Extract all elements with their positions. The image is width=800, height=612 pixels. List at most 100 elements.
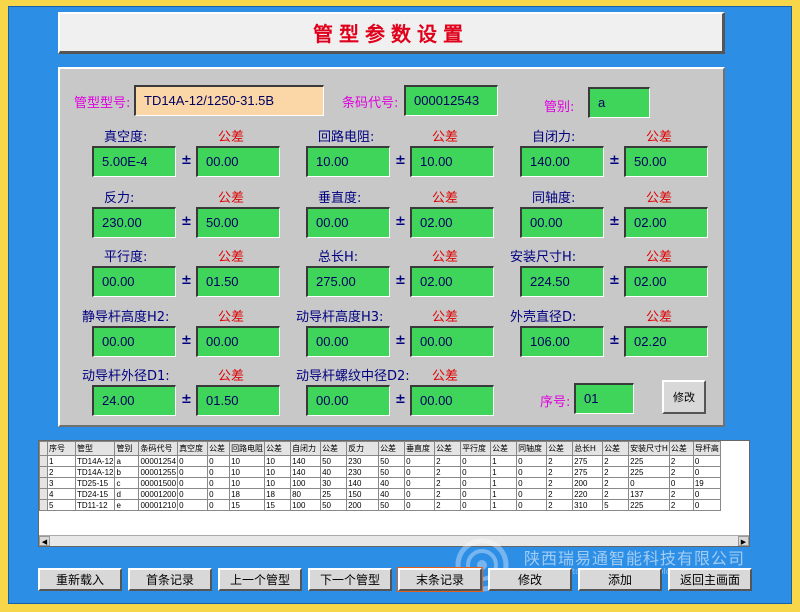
column-header[interactable]: 公差 [264,441,292,456]
table-cell[interactable]: 2 [434,488,462,500]
table-cell[interactable]: 18 [264,488,292,500]
table-cell[interactable]: 10 [229,455,266,467]
table-cell[interactable]: 0 [177,466,209,478]
table-cell[interactable]: 00001210 [138,499,179,511]
table-cell[interactable]: 140 [346,477,380,489]
column-header[interactable]: 公差 [490,441,518,456]
table-cell[interactable]: 200 [572,477,604,489]
table-cell[interactable]: 0 [516,455,548,467]
table-cell[interactable]: 0 [177,488,209,500]
column-header[interactable]: 垂直度 [404,441,436,456]
table-cell[interactable]: 140 [290,466,322,478]
tolerance-field[interactable]: 00.00 [196,146,280,177]
table-cell[interactable]: 0 [628,477,670,489]
table-cell[interactable]: 10 [264,455,292,467]
modify-button[interactable]: 修改 [488,568,572,591]
tolerance-field[interactable]: 01.50 [196,385,280,416]
table-cell[interactable]: 137 [628,488,670,500]
column-header[interactable]: 安装尺寸H [628,441,670,456]
table-cell[interactable]: 0 [460,477,492,489]
table-cell[interactable]: 225 [628,466,670,478]
table-cell[interactable]: 2 [602,488,630,500]
table-cell[interactable]: 10 [229,466,266,478]
scroll-right-icon[interactable]: ▶ [738,536,749,546]
table-cell[interactable]: 140 [290,455,322,467]
table-cell[interactable]: 50 [378,466,406,478]
table-cell[interactable]: 2 [546,499,574,511]
table-cell[interactable]: 40 [378,477,406,489]
table-cell[interactable]: 15 [264,499,292,511]
table-cell[interactable]: 0 [207,477,231,489]
column-header[interactable]: 导杆高 [692,441,721,456]
table-cell[interactable]: 2 [668,466,694,478]
table-cell[interactable]: TD24-15 [74,488,116,500]
table-row[interactable]: 4 TD24-15 d 00001200 0 0 18 18 80 25 150 40 0 2 0 1 0 2 22… [39,488,721,500]
column-header[interactable]: 管别 [114,441,140,456]
table-cell[interactable]: c [114,477,140,489]
param-value-field[interactable]: 224.50 [520,266,604,297]
table-cell[interactable]: 0 [177,477,209,489]
param-value-field[interactable]: 00.00 [92,326,176,357]
table-cell[interactable]: 5 [47,499,76,511]
table-cell[interactable]: 2 [434,466,462,478]
table-cell[interactable]: 3 [47,477,76,489]
param-value-field[interactable]: 230.00 [92,207,176,238]
table-cell[interactable]: 230 [346,455,380,467]
tolerance-field[interactable]: 50.00 [196,207,280,238]
table-cell[interactable]: 19 [692,477,721,489]
table-cell[interactable]: 100 [290,477,322,489]
table-cell[interactable]: 10 [264,466,292,478]
table-row[interactable]: 3 TD25-15 c 00001500 0 0 10 10 100 30 140 40 0 2 0 1 0 2 2… [39,477,721,489]
table-cell[interactable]: 10 [264,477,292,489]
table-cell[interactable]: 00001500 [138,477,179,489]
table-cell[interactable]: 2 [668,499,694,511]
table-cell[interactable]: 275 [572,466,604,478]
column-header[interactable]: 反力 [346,441,380,456]
table-cell[interactable]: 00001200 [138,488,179,500]
modify-small-button[interactable]: 修改 [662,380,706,414]
barcode-field[interactable]: 000012543 [404,85,498,116]
last-record-button[interactable]: 末条记录 [397,567,483,592]
tolerance-field[interactable]: 01.50 [196,266,280,297]
table-cell[interactable]: 0 [404,488,436,500]
table-cell[interactable]: 40 [378,488,406,500]
table-cell[interactable]: TD14A-12 [74,466,116,478]
table-cell[interactable]: 1 [490,488,518,500]
param-value-field[interactable]: 275.00 [306,266,390,297]
param-value-field[interactable]: 5.00E-4 [92,146,176,177]
column-header[interactable]: 条码代号 [138,441,179,456]
table-cell[interactable]: 4 [47,488,76,500]
table-cell[interactable]: 80 [290,488,322,500]
column-header[interactable]: 公差 [546,441,574,456]
table-cell[interactable]: 0 [460,499,492,511]
table-cell[interactable]: 0 [516,499,548,511]
table-cell[interactable]: 25 [320,488,348,500]
table-cell[interactable]: 0 [516,466,548,478]
row-selector[interactable] [39,488,48,500]
param-value-field[interactable]: 00.00 [306,326,390,357]
table-cell[interactable]: 0 [516,488,548,500]
table-cell[interactable]: 18 [229,488,266,500]
table-cell[interactable]: 275 [572,455,604,467]
column-header[interactable]: 同轴度 [516,441,548,456]
table-cell[interactable]: 0 [404,499,436,511]
model-field[interactable]: TD14A-12/1250-31.5B [134,85,324,116]
column-header[interactable]: 公差 [378,441,406,456]
param-value-field[interactable]: 00.00 [306,207,390,238]
column-header[interactable]: 平行度 [460,441,492,456]
table-cell[interactable]: 1 [47,455,76,467]
table-cell[interactable]: 225 [628,455,670,467]
tolerance-field[interactable]: 02.00 [410,207,494,238]
table-cell[interactable]: 0 [177,455,209,467]
table-cell[interactable]: 50 [378,499,406,511]
seq-field[interactable]: 01 [574,383,634,414]
first-record-button[interactable]: 首条记录 [128,568,212,591]
column-header[interactable]: 回路电阻 [229,441,266,456]
param-value-field[interactable]: 10.00 [306,146,390,177]
column-header[interactable]: 公差 [668,441,694,456]
table-cell[interactable]: d [114,488,140,500]
column-header[interactable]: 公差 [434,441,462,456]
records-table[interactable]: 序号 管型 管别 条码代号 真空度 公差 回路电阻 公差 自闭力 公差 反力 公差 垂直度 公差 平行度 公差… [38,440,750,547]
horizontal-scrollbar[interactable]: ◀ ▶ [39,535,749,546]
tolerance-field[interactable]: 02.00 [624,207,708,238]
